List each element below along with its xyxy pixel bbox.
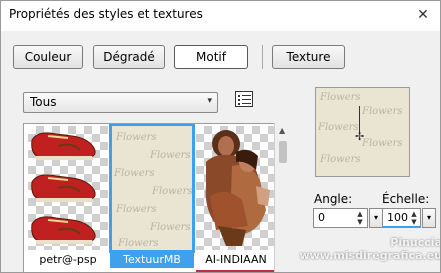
texture-word: Flowers bbox=[150, 150, 191, 161]
tab-couleur[interactable]: Couleur bbox=[13, 45, 83, 69]
angle-value: 0 bbox=[318, 211, 325, 224]
close-icon[interactable]: ✕ bbox=[409, 3, 437, 27]
figures-image bbox=[205, 130, 270, 246]
category-select-value: Tous bbox=[30, 95, 57, 109]
styles-textures-dialog: Propriétés des styles et textures ✕ Coul… bbox=[0, 0, 441, 273]
texture-word: Flowers bbox=[362, 138, 403, 149]
scale-value: 100 bbox=[387, 211, 408, 224]
watermark: Pinuccia www.misdiregrafica.eu bbox=[227, 236, 441, 262]
shoes-image bbox=[31, 132, 96, 244]
texture-word: Flowers bbox=[152, 186, 192, 197]
pattern-label-petra: petr@-psp bbox=[39, 253, 97, 266]
pattern-thumb-petra[interactable] bbox=[28, 126, 108, 250]
scroll-up-icon[interactable]: ▲ bbox=[279, 126, 285, 135]
tab-texture[interactable]: Texture bbox=[272, 45, 345, 69]
scale-label: Échelle: bbox=[382, 192, 430, 206]
scale-spinner[interactable]: 100 ▲ ▼ bbox=[382, 208, 421, 228]
spinner-arrows-icon[interactable]: ▲ ▼ bbox=[408, 210, 420, 226]
texture-word: Flowers bbox=[362, 106, 403, 117]
category-select[interactable]: Tous ▾ bbox=[23, 92, 218, 113]
dialog-title: Propriétés des styles et textures bbox=[9, 7, 203, 21]
scale-dropdown-button[interactable]: ▾ bbox=[422, 208, 436, 228]
texture-word: Flowers bbox=[116, 204, 157, 215]
tab-degrade[interactable]: Dégradé bbox=[93, 45, 165, 69]
texture-word: Flowers bbox=[318, 122, 359, 133]
texture-word: Flowers bbox=[114, 168, 155, 179]
pattern-label-textuurmb: TextuurMB bbox=[110, 252, 194, 268]
pattern-preview[interactable]: Flowers Flowers Flowers Flowers Flowers … bbox=[315, 87, 410, 177]
texture-word: Flowers bbox=[116, 132, 157, 143]
tab-motif[interactable]: Motif bbox=[174, 45, 248, 69]
spinner-arrows-icon[interactable]: ▲ ▼ bbox=[354, 210, 366, 226]
texture-word: Flowers bbox=[320, 92, 361, 103]
scrollbar-thumb[interactable] bbox=[279, 141, 287, 163]
pattern-thumb-textuurmb[interactable]: Flowers Flowers Flowers Flowers Flowers … bbox=[109, 124, 195, 253]
angle-spinner[interactable]: 0 ▲ ▼ bbox=[313, 208, 368, 228]
texture-word: Flowers bbox=[320, 154, 361, 165]
watermark-line2: www.misdiregrafica.eu bbox=[299, 249, 441, 262]
pattern-thumb-ai-indiaan[interactable] bbox=[196, 126, 276, 250]
angle-dropdown-button[interactable]: ▾ bbox=[369, 208, 383, 228]
texture-word: Flowers bbox=[118, 238, 159, 249]
watermark-line1: Pinuccia bbox=[390, 236, 441, 249]
title-bar: Propriétés des styles et textures ✕ bbox=[1, 1, 440, 31]
chevron-down-icon: ▾ bbox=[207, 96, 212, 106]
angle-label: Angle: bbox=[314, 192, 353, 206]
texture-word: Flowers bbox=[150, 222, 191, 233]
tab-separator bbox=[262, 45, 263, 69]
crosshair-center-icon: ✢ bbox=[355, 130, 365, 143]
list-view-icon[interactable] bbox=[235, 91, 253, 107]
